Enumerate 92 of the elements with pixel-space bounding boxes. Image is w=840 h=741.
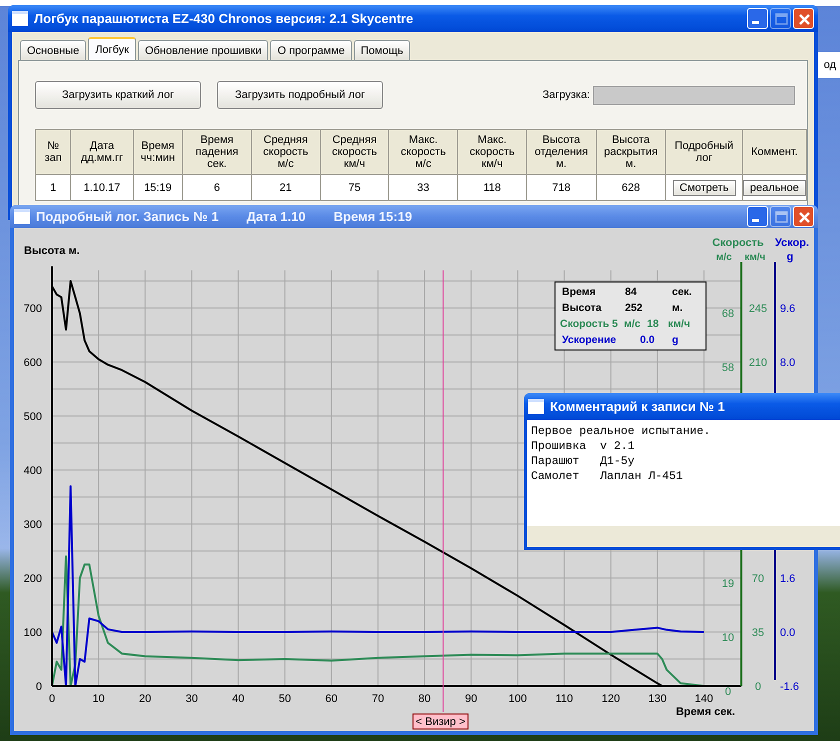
y-tick-label: 600 [24,357,42,369]
speed-tick-label: 10 [722,632,734,644]
speed-tick-label: 19 [722,578,734,590]
column-header: Подробный лог [666,130,742,174]
acceleration-tick-label: 0.0 [780,627,796,639]
acceleration-unit: g [786,251,794,263]
readout-label: Высота [562,302,602,314]
speed-tick-label: 0 [724,686,732,698]
readout-text: м/с [624,318,641,330]
readout-label: Скорость [560,318,610,330]
background-text: од [824,59,836,71]
window-title: Логбук парашютиста EZ-430 Chronos версия: 2.1 Skycentre [34,11,414,26]
speed-unit: м/с [716,252,732,263]
acceleration-tick-label: 8.0 [780,357,796,369]
column-header: Макс. скорость м/с [388,130,458,174]
window-title: Комментарий к записи № 1 [550,399,725,414]
readout-text: g [672,334,678,346]
load-label: Загрузка: [542,89,590,101]
readout-label: Ускорение [562,334,616,346]
x-tick-label: 140 [694,693,714,705]
speed-axis-title: Скорость [712,237,764,249]
x-tick-label: 120 [602,693,620,705]
x-tick-label: 90 [465,693,478,705]
table-cell: 1 [36,174,71,200]
comment-line: Самолет Лаплан Л-451 [531,469,684,484]
x-tick-label: 80 [418,693,431,705]
y-tick-label: 100 [24,627,42,639]
y-tick-label: 400 [24,465,42,477]
readout-text: 5 [612,318,618,330]
comment-line: Прошивка v 2.1 [531,439,636,454]
readout-text: Время [562,286,596,298]
column-header: Средняя скорость км/ч [320,130,389,174]
window-title: Дата 1.10 [246,209,306,224]
comment-line: Парашют Д1-5у [531,454,636,469]
column-header: Средняя скорость м/с [251,130,320,174]
x-tick-label: 110 [556,693,574,705]
readout-text: м. [672,302,683,314]
speed-tick-label: 70 [752,573,764,585]
readout-text: 252 [625,302,643,314]
table-cell: 33 [388,174,458,200]
speed-tick-label: 245 [748,303,768,315]
table-cell: 118 [458,174,527,200]
column-header: Макс. скорость км/ч [458,130,527,174]
table-cell: 75 [320,174,389,200]
speed-tick-label: 58 [722,362,734,374]
table-cell: 628 [596,174,666,200]
table-cell: 1.10.17 [70,174,134,200]
y-tick-label: 300 [24,519,42,531]
speed-tick-label: 210 [748,357,768,369]
acceleration-axis-title: Ускор. [774,237,810,249]
x-tick-label: 70 [372,693,384,705]
window-title: Подробный лог. Запись № 1 [36,209,219,224]
x-tick-label: 130 [648,693,667,705]
comment-line: Первое реальное испытание. [531,424,712,439]
speed-tick-label: 35 [752,627,764,639]
readout-text: 84 [625,286,637,298]
table-cell: 15:19 [133,174,183,200]
x-tick-label: 40 [232,693,244,705]
x-tick-label: 30 [186,693,198,705]
column-header: Высота отделения м. [526,130,596,174]
acceleration-tick-label: 9.6 [780,303,796,315]
column-header: Высота раскрытия м. [596,130,666,174]
acceleration-tick-label: 1.6 [780,573,796,585]
x-tick-label: 10 [92,693,105,705]
y-tick-label: 200 [24,573,42,585]
table-cell: 718 [526,174,596,200]
x-tick-label: 60 [325,693,338,705]
speed-tick-label: 68 [722,308,734,320]
x-axis-title: Время сек. [676,706,735,718]
window-title: Время 15:19 [334,209,412,224]
column-header: № зап [36,130,71,174]
column-header: Время чч:мин [133,130,183,174]
speed-unit: км/ч [744,252,766,263]
table-cell: 21 [251,174,320,200]
y-tick-label: 0 [36,681,42,693]
x-tick-label: 0 [48,693,56,705]
speed-tick-label: 0 [754,681,762,693]
readout-text: 0.0 [640,334,655,346]
acceleration-tick-label: -1.6 [780,681,799,693]
x-tick-label: 100 [508,693,527,705]
column-header: Дата дд.мм.гг [70,130,134,174]
table-cell: 6 [182,174,252,200]
readout-text: сек. [672,286,692,298]
column-header: Коммент. [742,130,806,174]
readout-text: 18 [647,318,659,330]
readout-text: км/ч [668,318,690,330]
column-header: Время падения сек. [182,130,252,174]
x-tick-label: 50 [278,693,291,705]
x-tick-label: 20 [139,693,152,705]
y-tick-label: 500 [24,411,42,423]
y-axis-title: Высота м. [24,245,80,257]
y-tick-label: 700 [24,303,42,315]
